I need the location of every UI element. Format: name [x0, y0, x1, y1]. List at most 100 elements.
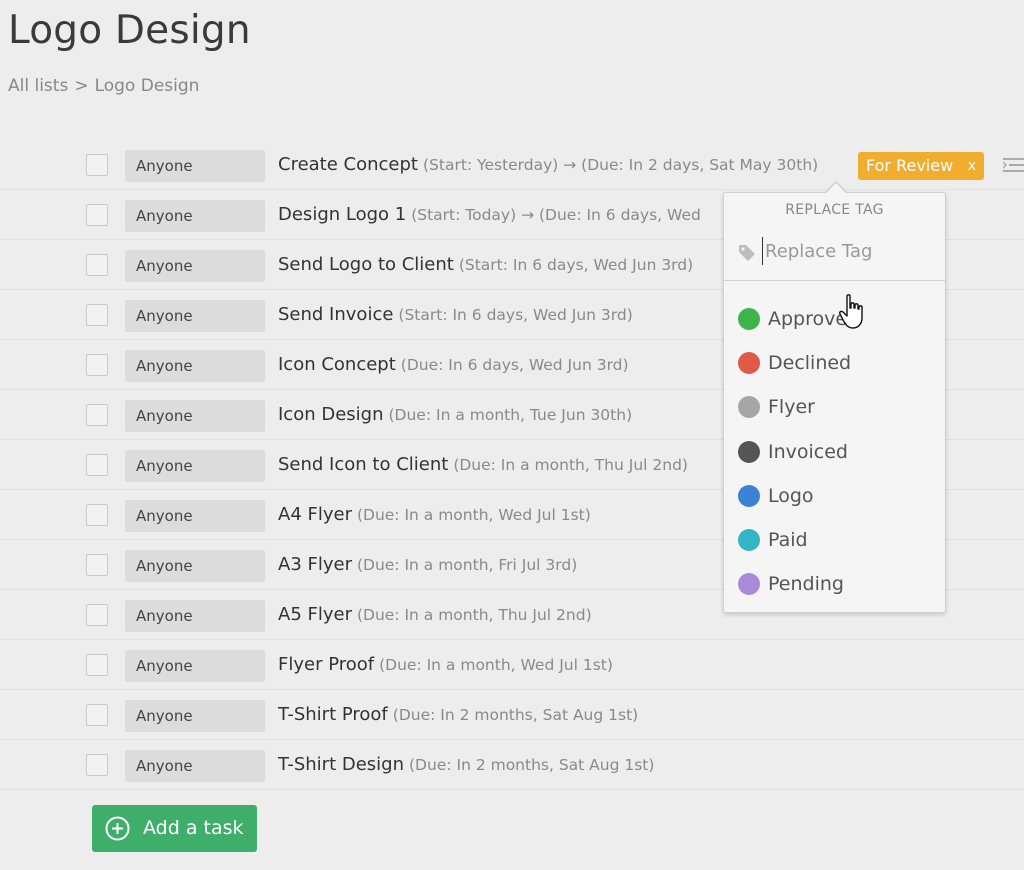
assignee-select[interactable]: Anyone	[125, 650, 265, 682]
tag-options: Approve Declined Flyer Invoiced Logo Paid Pend…	[724, 297, 945, 606]
task-dates: (Start: Today) → (Due: In 6 days, Wed	[411, 206, 701, 224]
replace-tag-input[interactable]	[762, 237, 930, 265]
assignee-select[interactable]: Anyone	[125, 500, 265, 532]
assignee-select[interactable]: Anyone	[125, 200, 265, 232]
replace-tag-popup: REPLACE TAG Approve Declined Flyer Invoiced…	[723, 192, 946, 613]
task-dates: (Due: In a month, Fri Jul 3rd)	[356, 556, 578, 574]
popup-arrow-fill	[826, 183, 846, 193]
task-text: Send Icon to Client (Due: In a month, Thu…	[278, 440, 688, 490]
add-task-button[interactable]: Add a task	[92, 805, 257, 852]
task-name[interactable]: T-Shirt Proof	[278, 704, 388, 725]
task-text: Flyer Proof (Due: In a month, Wed Jul 1st…	[278, 640, 613, 690]
tag-color-dot	[738, 573, 760, 596]
tag-color-dot	[738, 396, 760, 419]
assignee-select[interactable]: Anyone	[125, 450, 265, 482]
task-row[interactable]: Anyone Create Concept (Start: Yesterday) →…	[0, 140, 1024, 190]
popup-divider	[724, 280, 945, 281]
breadcrumb-all-lists[interactable]: All lists	[8, 76, 68, 96]
tag-color-dot	[738, 528, 760, 551]
tag-option-label: Declined	[768, 352, 852, 375]
task-text: Create Concept (Start: Yesterday) → (Due:…	[278, 140, 818, 190]
assignee-select[interactable]: Anyone	[125, 550, 265, 582]
breadcrumb-separator: >	[74, 76, 89, 96]
task-name[interactable]: A5 Flyer	[278, 604, 352, 625]
tag-option-label: Invoiced	[768, 440, 848, 463]
task-checkbox[interactable]	[86, 604, 108, 626]
task-dates: (Due: In 2 months, Sat Aug 1st)	[409, 756, 655, 774]
task-checkbox[interactable]	[86, 704, 108, 726]
assignee-select[interactable]: Anyone	[125, 750, 265, 782]
assignee-select[interactable]: Anyone	[125, 150, 265, 182]
add-task-label: Add a task	[143, 817, 244, 839]
task-checkbox[interactable]	[86, 304, 108, 326]
task-checkbox[interactable]	[86, 654, 108, 676]
row-menu-icon[interactable]	[1003, 157, 1024, 173]
tag-option-label: Logo	[768, 484, 814, 507]
task-name[interactable]: T-Shirt Design	[278, 754, 404, 775]
task-dates: (Start: In 6 days, Wed Jun 3rd)	[398, 306, 633, 324]
tag-remove-button[interactable]: x	[968, 152, 976, 180]
task-row[interactable]: Anyone T-Shirt Design (Due: In 2 months, S…	[0, 740, 1024, 790]
task-name[interactable]: Flyer Proof	[278, 654, 374, 675]
assignee-select[interactable]: Anyone	[125, 400, 265, 432]
task-checkbox[interactable]	[86, 754, 108, 776]
tag-option-logo[interactable]: Logo	[724, 474, 945, 518]
task-name[interactable]: Send Icon to Client	[278, 454, 448, 475]
task-row[interactable]: Anyone Flyer Proof (Due: In a month, Wed J…	[0, 640, 1024, 690]
task-text: Icon Design (Due: In a month, Tue Jun 30t…	[278, 390, 632, 440]
plus-circle-icon	[105, 816, 130, 841]
assignee-select[interactable]: Anyone	[125, 600, 265, 632]
breadcrumb-current: Logo Design	[94, 76, 200, 96]
task-checkbox[interactable]	[86, 254, 108, 276]
task-checkbox[interactable]	[86, 554, 108, 576]
assignee-select[interactable]: Anyone	[125, 250, 265, 282]
task-name[interactable]: Send Invoice	[278, 304, 393, 325]
breadcrumb: All lists > Logo Design	[8, 76, 199, 96]
assignee-select[interactable]: Anyone	[125, 300, 265, 332]
task-text: Send Invoice (Start: In 6 days, Wed Jun 3…	[278, 290, 633, 340]
tag-chip-for-review[interactable]: For Review x	[858, 152, 984, 180]
task-checkbox[interactable]	[86, 454, 108, 476]
tag-color-dot	[738, 484, 760, 507]
task-dates: (Due: In 6 days, Wed Jun 3rd)	[400, 356, 629, 374]
task-name[interactable]: A4 Flyer	[278, 504, 352, 525]
task-dates: (Due: In a month, Thu Jul 2nd)	[356, 606, 592, 624]
task-name[interactable]: A3 Flyer	[278, 554, 352, 575]
task-text: T-Shirt Design (Due: In 2 months, Sat Aug…	[278, 740, 654, 790]
task-dates: (Start: In 6 days, Wed Jun 3rd)	[458, 256, 694, 274]
task-row[interactable]: Anyone T-Shirt Proof (Due: In 2 months, Sa…	[0, 690, 1024, 740]
tag-search	[738, 237, 930, 265]
task-checkbox[interactable]	[86, 204, 108, 226]
tag-option-label: Pending	[768, 573, 844, 596]
task-text: Design Logo 1 (Start: Today) → (Due: In 6…	[278, 190, 701, 240]
task-checkbox[interactable]	[86, 154, 108, 176]
tag-color-dot	[738, 440, 760, 463]
tag-color-dot	[738, 308, 760, 330]
tag-option-invoiced[interactable]: Invoiced	[724, 430, 945, 474]
tag-option-label: Flyer	[768, 396, 815, 419]
tag-option-paid[interactable]: Paid	[724, 518, 945, 562]
assignee-select[interactable]: Anyone	[125, 700, 265, 732]
tag-option-declined[interactable]: Declined	[724, 341, 945, 385]
task-text: A3 Flyer (Due: In a month, Fri Jul 3rd)	[278, 540, 577, 590]
task-name[interactable]: Design Logo 1	[278, 204, 406, 225]
task-dates: (Due: In a month, Wed Jul 1st)	[379, 656, 613, 674]
task-checkbox[interactable]	[86, 404, 108, 426]
task-name[interactable]: Create Concept	[278, 154, 418, 175]
tag-option-flyer[interactable]: Flyer	[724, 385, 945, 429]
task-name[interactable]: Icon Design	[278, 404, 384, 425]
task-name[interactable]: Send Logo to Client	[278, 254, 454, 275]
task-checkbox[interactable]	[86, 504, 108, 526]
task-text: A4 Flyer (Due: In a month, Wed Jul 1st)	[278, 490, 591, 540]
task-name[interactable]: Icon Concept	[278, 354, 396, 375]
task-dates: (Due: In 2 months, Sat Aug 1st)	[392, 706, 639, 724]
tag-option-pending[interactable]: Pending	[724, 562, 945, 606]
tag-option-approve[interactable]: Approve	[724, 297, 945, 341]
task-text: T-Shirt Proof (Due: In 2 months, Sat Aug …	[278, 690, 638, 740]
tag-icon	[739, 245, 755, 261]
task-dates: (Due: In a month, Wed Jul 1st)	[356, 506, 591, 524]
assignee-select[interactable]: Anyone	[125, 350, 265, 382]
task-dates: (Due: In a month, Tue Jun 30th)	[388, 406, 633, 424]
task-dates: (Due: In a month, Thu Jul 2nd)	[453, 456, 688, 474]
task-checkbox[interactable]	[86, 354, 108, 376]
